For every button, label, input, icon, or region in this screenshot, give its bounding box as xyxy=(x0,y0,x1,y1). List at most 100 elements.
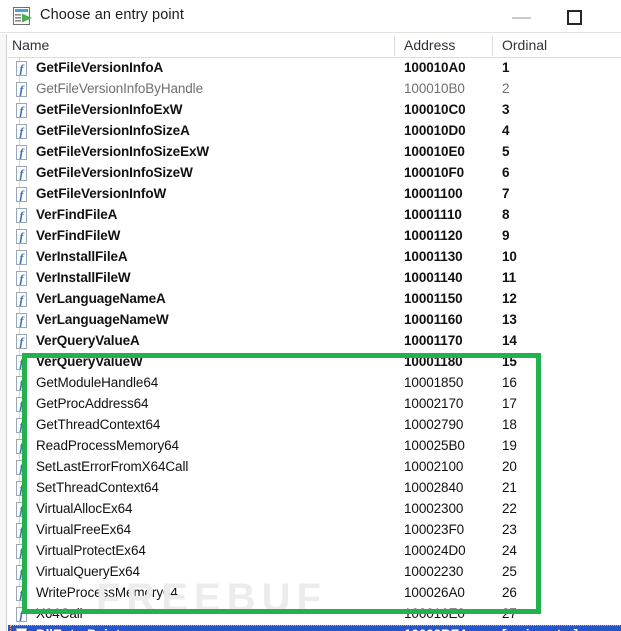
title-bar: Choose an entry point xyxy=(0,0,621,33)
cell-entry-ordinal: 18 xyxy=(502,417,517,432)
function-icon: f xyxy=(14,165,29,182)
cell-entry-name: ReadProcessMemory64 xyxy=(36,438,179,453)
cell-entry-address: 100010A0 xyxy=(404,60,466,75)
table-row[interactable]: f VerQueryValueA 10001170 14 xyxy=(8,331,621,352)
table-row[interactable]: f GetFileVersionInfoByHandle 100010B0 2 xyxy=(8,79,621,100)
table-row[interactable]: f VirtualQueryEx64 10002230 25 xyxy=(8,562,621,583)
function-icon: f xyxy=(14,606,29,623)
function-icon: f xyxy=(14,81,29,98)
function-icon: f xyxy=(14,354,29,371)
table-row[interactable]: f GetFileVersionInfoExW 100010C0 3 xyxy=(8,100,621,121)
function-icon: f xyxy=(14,438,29,455)
table-row[interactable]: f VerFindFileW 10001120 9 xyxy=(8,226,621,247)
cell-entry-ordinal: 20 xyxy=(502,459,517,474)
table-row[interactable]: f GetFileVersionInfoSizeExW 100010E0 5 xyxy=(8,142,621,163)
table-row[interactable]: f GetFileVersionInfoSizeA 100010D0 4 xyxy=(8,121,621,142)
table-row[interactable]: f VerLanguageNameW 10001160 13 xyxy=(8,310,621,331)
function-icon: f xyxy=(14,501,29,518)
function-icon: f xyxy=(14,270,29,287)
maximize-button[interactable] xyxy=(556,0,600,33)
function-icon: f xyxy=(14,291,29,308)
cell-entry-ordinal: 19 xyxy=(502,438,517,453)
cell-entry-name: GetFileVersionInfoSizeA xyxy=(36,123,190,138)
function-icon: f xyxy=(14,207,29,224)
cell-entry-ordinal: 25 xyxy=(502,564,517,579)
table-row[interactable]: f VirtualProtectEx64 100024D0 24 xyxy=(8,541,621,562)
cell-entry-address: 10002170 xyxy=(404,396,464,411)
table-row[interactable]: f GetProcAddress64 10002170 17 xyxy=(8,394,621,415)
table-row[interactable]: f SetLastErrorFromX64Call 10002100 20 xyxy=(8,457,621,478)
function-icon: f xyxy=(14,417,29,434)
cell-entry-ordinal: 4 xyxy=(502,123,510,138)
cell-entry-ordinal: 1 xyxy=(502,60,510,75)
table-row[interactable]: f VerInstallFileA 10001130 10 xyxy=(8,247,621,268)
table-row[interactable]: f WriteProcessMemory64 100026A0 26 xyxy=(8,583,621,604)
cell-entry-address: 10001850 xyxy=(404,375,464,390)
function-icon: f xyxy=(14,102,29,119)
window-title: Choose an entry point xyxy=(40,7,184,23)
cell-entry-name: GetFileVersionInfoW xyxy=(36,186,167,201)
column-header-name[interactable]: Name xyxy=(12,37,49,53)
column-header-ordinal[interactable]: Ordinal xyxy=(502,37,547,53)
cell-entry-ordinal: 10 xyxy=(502,249,517,264)
cell-entry-address: 10001130 xyxy=(404,249,463,264)
table-row[interactable]: f DllEntryPoint 10002BF4 [main entry] xyxy=(8,625,621,631)
cell-entry-address: 100025B0 xyxy=(404,438,465,453)
cell-entry-name: SetLastErrorFromX64Call xyxy=(36,459,189,474)
function-icon: f xyxy=(14,249,29,266)
cell-entry-ordinal: 15 xyxy=(502,354,517,369)
table-row[interactable]: f VerInstallFileW 10001140 11 xyxy=(8,268,621,289)
table-row[interactable]: f VerLanguageNameA 10001150 12 xyxy=(8,289,621,310)
function-icon: f xyxy=(14,123,29,140)
entry-point-list[interactable]: f GetFileVersionInfoA 100010A0 1 f GetFileVer… xyxy=(8,58,621,631)
table-row[interactable]: f ReadProcessMemory64 100025B0 19 xyxy=(8,436,621,457)
cell-entry-name: GetFileVersionInfoSizeW xyxy=(36,165,193,180)
cell-entry-name: WriteProcessMemory64 xyxy=(36,585,178,600)
table-row[interactable]: f GetFileVersionInfoSizeW 100010F0 6 xyxy=(8,163,621,184)
cell-entry-address: 10002300 xyxy=(404,501,464,516)
cell-entry-ordinal: 14 xyxy=(502,333,517,348)
function-icon: f xyxy=(14,480,29,497)
function-icon: f xyxy=(14,543,29,560)
cell-entry-address: 100010D0 xyxy=(404,123,466,138)
header-divider-1[interactable] xyxy=(394,35,395,56)
table-row[interactable]: f GetFileVersionInfoA 100010A0 1 xyxy=(8,58,621,79)
table-row[interactable]: f GetThreadContext64 10002790 18 xyxy=(8,415,621,436)
table-row[interactable]: f SetThreadContext64 10002840 21 xyxy=(8,478,621,499)
cell-entry-address: 10002230 xyxy=(404,564,464,579)
cell-entry-name: VerQueryValueW xyxy=(36,354,143,369)
table-row[interactable]: f VirtualFreeEx64 100023F0 23 xyxy=(8,520,621,541)
column-header-address[interactable]: Address xyxy=(404,37,455,53)
cell-entry-name: GetProcAddress64 xyxy=(36,396,149,411)
table-row[interactable]: f VerQueryValueW 10001180 15 xyxy=(8,352,621,373)
cell-entry-address: 10001150 xyxy=(404,291,463,306)
function-icon: f xyxy=(14,585,29,602)
function-icon: f xyxy=(14,228,29,245)
table-row[interactable]: f GetFileVersionInfoW 10001100 7 xyxy=(8,184,621,205)
table-row[interactable]: f GetModuleHandle64 10001850 16 xyxy=(8,373,621,394)
cell-entry-address: 10002790 xyxy=(404,417,464,432)
cell-entry-name: GetFileVersionInfoSizeExW xyxy=(36,144,210,159)
cell-entry-address: 100024D0 xyxy=(404,543,466,558)
cell-entry-ordinal: 23 xyxy=(502,522,517,537)
cell-entry-ordinal: 6 xyxy=(502,165,510,180)
header-divider-2[interactable] xyxy=(492,35,493,56)
cell-entry-name: VerInstallFileA xyxy=(36,249,128,264)
cell-entry-name: GetFileVersionInfoExW xyxy=(36,102,183,117)
table-row[interactable]: f VirtualAllocEx64 10002300 22 xyxy=(8,499,621,520)
cell-entry-ordinal: 8 xyxy=(502,207,510,222)
cell-entry-ordinal: 17 xyxy=(502,396,517,411)
function-icon: f xyxy=(14,627,29,631)
cell-entry-address: 100010F0 xyxy=(404,165,465,180)
table-row[interactable]: f X64Call 100016E0 27 xyxy=(8,604,621,625)
table-row[interactable]: f VerFindFileA 10001110 8 xyxy=(8,205,621,226)
column-header-row: Name Address Ordinal xyxy=(0,34,621,58)
cell-entry-address: 10001180 xyxy=(404,354,463,369)
cell-entry-address: 100010B0 xyxy=(404,81,465,96)
minimize-button[interactable] xyxy=(500,0,544,33)
cell-entry-ordinal: 3 xyxy=(502,102,510,117)
cell-entry-address: 10001120 xyxy=(404,228,463,243)
cell-entry-address: 100026A0 xyxy=(404,585,465,600)
cell-entry-ordinal: 9 xyxy=(502,228,510,243)
cell-entry-address: 10001110 xyxy=(404,207,462,222)
